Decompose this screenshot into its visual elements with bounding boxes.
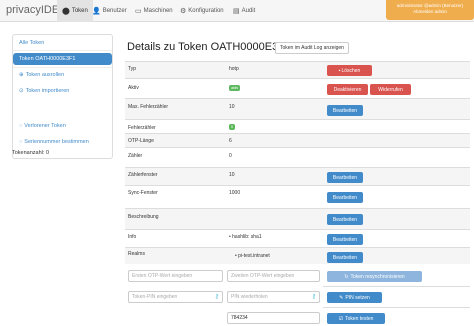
row-description: Beschreibung Bearbeiten — [125, 208, 470, 229]
row-otp-length: OTP-Länge 6 — [125, 133, 470, 147]
row-sync-window: Sync-Fenster 1000 Bearbeiten — [125, 185, 470, 208]
sidebar-item-get-serial[interactable]: ◌ Seriennummer bestimmen — [13, 136, 112, 148]
divider — [13, 67, 112, 68]
plus-icon: ⊕ — [19, 72, 24, 78]
token-count: Tokenanzahl: 0 — [12, 150, 49, 156]
row-counter: Zähler 0 — [125, 147, 470, 167]
sync-icon: ↻ — [344, 273, 349, 280]
sidebar: Alle Token Token OATH0000E3F1 ⊕ Token au… — [12, 34, 113, 159]
edit-realms-button[interactable]: Bearbeiten — [327, 252, 363, 263]
tag-icon: ⬤ — [62, 8, 70, 15]
row-counter-window: Zählerfenster 10 Bearbeiten — [125, 167, 470, 185]
nav-tab-audit[interactable]: ▤ Audit — [228, 0, 260, 22]
audit-log-button[interactable]: Token im Audit Log anzeigen — [275, 42, 349, 54]
row-max-fail: Max. Fehlerzähler 10 Bearbeiten — [125, 98, 470, 119]
divider — [13, 50, 112, 51]
sidebar-item-all-tokens[interactable]: Alle Token — [13, 37, 112, 49]
deactivate-button[interactable]: Deaktivieren — [327, 84, 368, 95]
row-aktiv: Aktiv aktiv Deaktivieren Widerrufen — [125, 78, 470, 98]
set-pin-button[interactable]: ✎ PIN setzen — [327, 292, 382, 303]
user-icon: 👤 — [92, 8, 101, 15]
top-navbar: privacyIDEA ⬤ Token 👤 Benutzer ▭ Maschin… — [0, 0, 474, 22]
gear-icon: ⚙ — [180, 8, 187, 15]
test-otp-input[interactable]: 784234 — [227, 312, 320, 324]
sidebar-item-current-token[interactable]: Token OATH0000E3F1 — [13, 53, 112, 65]
user-menu[interactable]: administrator @admin (Benutzer) Abmelden… — [386, 0, 474, 20]
serial-icon: ◌ — [19, 139, 23, 145]
lost-icon: ◌ — [19, 123, 23, 129]
monitor-icon: ▭ — [135, 8, 142, 15]
row-typ: Typ hotp ▪ Löschen — [125, 61, 470, 78]
edit-description-button[interactable]: Bearbeiten — [327, 214, 363, 225]
divider — [323, 286, 470, 287]
nav-tab-maschinen[interactable]: ▭ Maschinen — [130, 0, 178, 22]
nav-tab-benutzer[interactable]: 👤 Benutzer — [87, 0, 132, 22]
check-icon: ☑ — [338, 315, 344, 322]
key-icon: ⚷ — [214, 294, 219, 300]
sidebar-item-import[interactable]: ⊙ Token importieren — [13, 85, 112, 97]
token-details-panel: Details zu Token OATH0000E3F1 Token im A… — [117, 34, 474, 326]
page-title: Details zu Token OATH0000E3F1 — [127, 41, 292, 53]
pin-repeat-input[interactable]: PIN wiederholen ⚷ — [227, 291, 320, 303]
pencil-icon: ✎ — [339, 294, 344, 301]
revoke-button[interactable]: Widerrufen — [370, 84, 411, 95]
otp1-input[interactable]: Ersten OTP-Wert eingeben — [128, 270, 223, 282]
row-info: Info • hashlib: sha1 Bearbeiten — [125, 229, 470, 247]
status-badge: aktiv — [229, 85, 241, 91]
trash-icon: ▪ — [338, 67, 341, 74]
edit-sync-window-button[interactable]: Bearbeiten — [327, 192, 363, 203]
row-realms: Realms • pi-test.intranet Bearbeiten — [125, 247, 470, 264]
otp2-input[interactable]: Zweiten OTP-Wert eingeben — [227, 270, 320, 282]
edit-counter-window-button[interactable]: Bearbeiten — [327, 172, 363, 183]
audit-icon: ▤ — [233, 8, 240, 15]
resync-button[interactable]: ↻ Token resynchronisieren — [327, 271, 422, 282]
fail-counter-badge: 0 — [229, 124, 235, 130]
key-icon: ⚷ — [311, 294, 316, 300]
sidebar-item-lost-token[interactable]: ◌ Verlorener Token — [13, 120, 112, 132]
divider — [323, 307, 470, 308]
test-token-button[interactable]: ☑ Token testen — [327, 313, 385, 324]
edit-info-button[interactable]: Bearbeiten — [327, 234, 363, 245]
edit-max-fail-button[interactable]: Bearbeiten — [327, 105, 363, 116]
pin-input[interactable]: Token-PIN eingeben ⚷ — [128, 291, 223, 303]
nav-tab-konfiguration[interactable]: ⚙ Konfiguration — [175, 0, 229, 22]
import-icon: ⊙ — [19, 88, 24, 94]
delete-button[interactable]: ▪ Löschen — [327, 65, 372, 76]
row-fail-counter: Fehlerzähler 0 — [125, 119, 470, 133]
sidebar-item-enroll[interactable]: ⊕ Token ausrollen — [13, 69, 112, 81]
